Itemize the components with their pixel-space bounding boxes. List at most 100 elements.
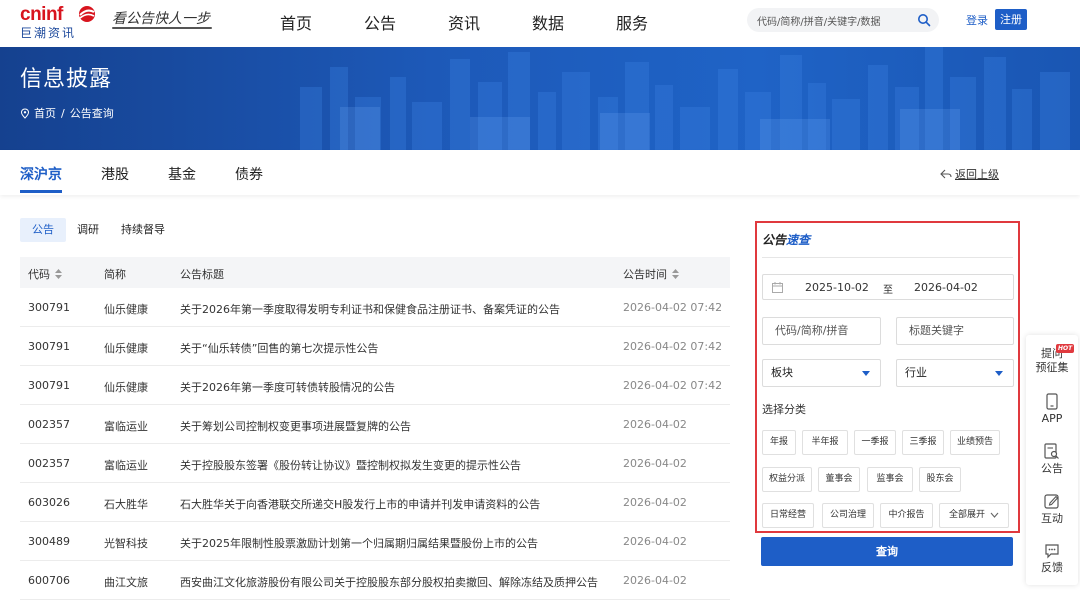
subtab-supervision[interactable]: 持续督导 [121, 218, 165, 242]
float-interaction-label: 互动 [1041, 512, 1063, 525]
cell-title[interactable]: 关于2026年第一季度可转债转股情况的公告 [180, 379, 395, 395]
cell-title[interactable]: 关于2026年第一季度取得发明专利证书和保健食品注册证书、备案凭证的公告 [180, 301, 560, 317]
category-chip[interactable]: 半年报 [802, 430, 848, 455]
cell-code: 603026 [28, 496, 70, 509]
cell-time: 2026-04-02 [623, 574, 687, 587]
industry-select[interactable]: 行业 [896, 359, 1014, 387]
float-feedback[interactable]: 反馈 [1026, 543, 1078, 575]
city-skyline-graphic [300, 47, 1070, 150]
category-chip[interactable]: 权益分派 [762, 467, 812, 492]
quick-search-panel: 公告速查 2025-10-02 至 2026-04-02 代码/简称/拼音 标题… [755, 221, 1020, 533]
logo-swoosh-icon [79, 6, 95, 22]
cell-time: 2026-04-02 [623, 457, 687, 470]
category-chip-label: 董事会 [825, 474, 853, 484]
nav-news[interactable]: 资讯 [448, 10, 480, 34]
table-row[interactable]: 300791 仙乐健康 关于2026年第一季度可转债转股情况的公告 2026-04-0… [20, 366, 730, 405]
category-chip[interactable]: 一季报 [854, 430, 896, 455]
slogan-underline [112, 27, 212, 29]
title-keyword-input[interactable]: 标题关键字 [896, 317, 1014, 345]
page-banner: 信息披露 首页 / 公告查询 [0, 47, 1080, 150]
category-chip[interactable]: 日常经营 [762, 503, 814, 528]
sector-select-value: 板块 [771, 366, 793, 379]
table-row[interactable]: 603026 石大胜华 石大胜华关于向香港联交所递交H股发行上市的申请并刊发申请资料… [20, 483, 730, 522]
table-row[interactable]: 300791 仙乐健康 关于2026年第一季度取得发明专利证书和保健食品注册证书、备… [20, 288, 730, 327]
cell-title[interactable]: 关于2025年限制性股票激励计划第一个归属期归属结果暨股份上市的公告 [180, 535, 538, 551]
col-code[interactable]: 代码 [28, 266, 62, 282]
cell-name: 仙乐健康 [104, 342, 148, 355]
table-row[interactable]: 002357 富临运业 关于控股股东签署《股份转让协议》暨控制权拟发生变更的提示性公… [20, 444, 730, 483]
cell-name: 富临运业 [104, 420, 148, 433]
tab-hk-stocks[interactable]: 港股 [101, 164, 129, 184]
category-chip-label: 日常经营 [769, 510, 806, 520]
date-end[interactable]: 2026-04-02 [914, 281, 978, 294]
top-header: cninf 巨潮资讯 看公告快人一步 首页 公告 资讯 数据 服务 代码/简称/… [0, 0, 1080, 46]
category-chip-label: 权益分派 [768, 474, 805, 484]
sort-icon[interactable] [55, 269, 62, 279]
search-icon[interactable] [917, 13, 931, 27]
cell-title[interactable]: 关于“仙乐转债”回售的第七次提示性公告 [180, 340, 378, 356]
col-title-label: 公告标题 [180, 268, 224, 281]
subtab-announcements[interactable]: 公告 [20, 218, 66, 242]
float-interaction[interactable]: 互动 [1026, 493, 1078, 526]
logo-wordmark: cninf [20, 4, 63, 25]
hot-badge: HOT [1056, 344, 1075, 353]
category-chip[interactable]: 三季报 [902, 430, 944, 455]
global-search-input[interactable]: 代码/简称/拼音/关键字/数据 [747, 8, 939, 32]
category-chip[interactable]: 股东会 [919, 467, 961, 492]
date-range-picker[interactable]: 2025-10-02 至 2026-04-02 [762, 274, 1014, 300]
category-chip[interactable]: 董事会 [818, 467, 860, 492]
cell-name: 仙乐健康 [104, 303, 148, 316]
category-chip[interactable]: 监事会 [867, 467, 913, 492]
cell-title[interactable]: 关于控股股东签署《股份转让协议》暨控制权拟发生变更的提示性公告 [180, 457, 521, 473]
cell-title[interactable]: 西安曲江文化旅游股份有限公司关于控股股东部分股权拍卖撤回、解除冻结及质押公告 [180, 574, 598, 590]
col-time[interactable]: 公告时间 [623, 266, 679, 282]
login-link[interactable]: 登录 [966, 12, 988, 28]
sector-select[interactable]: 板块 [762, 359, 881, 387]
nav-home[interactable]: 首页 [280, 10, 312, 34]
category-chip[interactable]: 业绩预告 [950, 430, 1000, 455]
category-chip[interactable]: 中介报告 [880, 503, 933, 528]
cell-name: 曲江文旅 [104, 576, 148, 589]
register-button[interactable]: 注册 [995, 9, 1027, 30]
calendar-icon [772, 282, 783, 293]
category-chip[interactable]: 公司治理 [822, 503, 874, 528]
back-link[interactable]: 返回上级 [940, 166, 999, 182]
query-button[interactable]: 查询 [761, 537, 1013, 566]
expand-all-button[interactable]: 全部展开 [939, 503, 1009, 528]
cell-name: 石大胜华 [104, 498, 148, 511]
nav-services[interactable]: 服务 [616, 10, 648, 34]
announcement-table: 代码 简称 公告标题 公告时间 300791 仙乐健康 关于2026年第一季度取得发… [20, 257, 730, 600]
chevron-down-icon [995, 371, 1003, 376]
mobile-phone-icon [1046, 393, 1058, 410]
location-pin-icon [20, 107, 30, 119]
cell-title[interactable]: 石大胜华关于向香港联交所递交H股发行上市的申请并刊发申请资料的公告 [180, 496, 540, 512]
table-row[interactable]: 002357 富临运业 关于筹划公司控制权变更事项进展暨复牌的公告 2026-04-0… [20, 405, 730, 444]
float-app[interactable]: APP [1026, 393, 1078, 426]
subtab-research[interactable]: 调研 [77, 218, 99, 242]
nav-announcements[interactable]: 公告 [364, 10, 396, 34]
site-logo[interactable]: cninf 巨潮资讯 [20, 4, 100, 40]
sort-icon[interactable] [672, 269, 679, 279]
nav-data[interactable]: 数据 [532, 10, 564, 34]
document-search-icon [1044, 443, 1059, 459]
table-row[interactable]: 600706 曲江文旅 西安曲江文化旅游股份有限公司关于控股股东部分股权拍卖撤回、解… [20, 561, 730, 600]
cell-code: 300489 [28, 535, 70, 548]
code-search-input[interactable]: 代码/简称/拼音 [762, 317, 881, 345]
cell-code: 002357 [28, 418, 70, 431]
tab-funds[interactable]: 基金 [168, 164, 196, 184]
cell-title[interactable]: 关于筹划公司控制权变更事项进展暨复牌的公告 [180, 418, 411, 434]
breadcrumb-home[interactable]: 首页 [34, 105, 56, 121]
date-start[interactable]: 2025-10-02 [805, 281, 869, 294]
tab-sz-sh-bj[interactable]: 深沪京 [20, 164, 62, 184]
float-announcements[interactable]: 公告 [1026, 443, 1078, 476]
table-row[interactable]: 300489 光智科技 关于2025年限制性股票激励计划第一个归属期归属结果暨股份上… [20, 522, 730, 561]
cell-time: 2026-04-02 [623, 418, 687, 431]
cell-name: 光智科技 [104, 537, 148, 550]
panel-title: 公告速查 [762, 231, 810, 248]
table-row[interactable]: 300791 仙乐健康 关于“仙乐转债”回售的第七次提示性公告 2026-04-02 … [20, 327, 730, 366]
tab-bonds[interactable]: 债券 [235, 164, 263, 184]
search-placeholder: 代码/简称/拼音/关键字/数据 [757, 17, 881, 28]
float-announcements-label: 公告 [1041, 462, 1063, 475]
category-chip[interactable]: 年报 [762, 430, 796, 455]
float-question-collect[interactable]: HOT 提问 预征集 [1026, 344, 1078, 375]
